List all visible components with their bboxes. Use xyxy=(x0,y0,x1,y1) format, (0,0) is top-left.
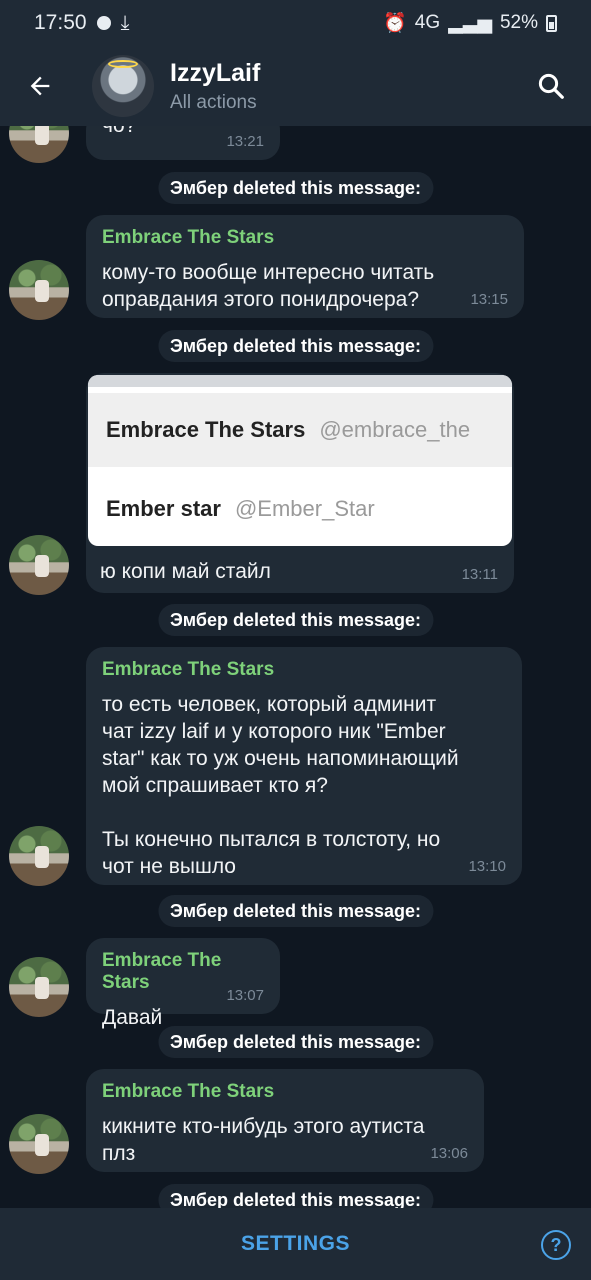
message-text: кикните кто-нибудь этого аутиста плз xyxy=(102,1115,425,1165)
arrow-left-icon xyxy=(30,76,50,96)
settings-button[interactable]: SETTINGS xyxy=(241,1232,350,1256)
signal-icon: ▂▃▅ xyxy=(448,12,492,34)
chat-subtitle: All actions xyxy=(170,91,257,113)
message-bubble[interactable]: чо? 13:21 xyxy=(86,126,280,160)
service-message: Эмбер deleted this message: xyxy=(157,330,434,362)
download-icon: ⤓ xyxy=(120,11,130,34)
message-time: 13:11 xyxy=(461,566,498,583)
help-button[interactable]: ? xyxy=(541,1230,571,1260)
halo-icon xyxy=(108,60,138,68)
chat-title: IzzyLaif xyxy=(170,58,261,87)
message-bubble[interactable]: Embrace The Stars кикните кто-нибудь это… xyxy=(86,1069,484,1172)
sender-avatar[interactable] xyxy=(9,826,69,886)
message-time: 13:21 xyxy=(226,133,264,150)
message-photo[interactable]: Embrace The Stars @embrace_the Ember sta… xyxy=(88,375,512,546)
photo-name-1: Embrace The Stars xyxy=(106,417,306,442)
sender-name: Embrace The Stars xyxy=(102,1081,275,1102)
message-text: ю копи май стайл xyxy=(100,560,271,583)
message-bubble[interactable]: Embrace The Stars то есть человек, котор… xyxy=(86,647,522,885)
message-bubble[interactable]: Embrace The Stars Давай 13:07 xyxy=(86,938,280,1029)
message-bubble[interactable]: Embrace The Stars кому-то вообще интерес… xyxy=(86,215,524,318)
alarm-icon: ⏰ xyxy=(383,13,407,34)
search-icon xyxy=(538,73,564,99)
message-time: 13:15 xyxy=(470,291,508,308)
service-message: Эмбер deleted this message: xyxy=(157,1184,434,1208)
service-message: Эмбер deleted this message: xyxy=(157,172,434,204)
message-text: кому-то вообще интересно читать оправдан… xyxy=(102,261,435,311)
question-icon: ? xyxy=(550,1234,562,1255)
battery-percent: 52% xyxy=(499,12,538,33)
network-label: 4G xyxy=(414,12,441,33)
sender-avatar[interactable] xyxy=(9,260,69,320)
status-bar: 17:50 ⤓ ⏰ 4G ▂▃▅ 52% xyxy=(0,0,591,46)
message-list[interactable]: чо? 13:21 Эмбер deleted this message: Em… xyxy=(0,126,591,1208)
sender-avatar[interactable] xyxy=(9,535,69,595)
message-time: 13:07 xyxy=(226,987,264,1004)
chat-header: IzzyLaif All actions xyxy=(0,46,591,126)
sender-avatar[interactable] xyxy=(9,126,69,163)
battery-icon xyxy=(546,14,557,32)
sender-avatar[interactable] xyxy=(9,957,69,1017)
sender-avatar[interactable] xyxy=(9,1114,69,1174)
sender-name: Embrace The Stars xyxy=(102,659,275,680)
service-message: Эмбер deleted this message: xyxy=(157,604,434,636)
message-time: 13:06 xyxy=(430,1145,468,1162)
photo-handle-1: @embrace_the xyxy=(319,417,471,442)
sender-name: Embrace The Stars xyxy=(102,227,275,248)
back-button[interactable] xyxy=(0,46,80,126)
photo-name-2: Ember star xyxy=(106,495,221,521)
status-time: 17:50 xyxy=(34,11,87,34)
service-message: Эмбер deleted this message: xyxy=(157,895,434,927)
message-text: чо? xyxy=(102,126,136,139)
search-button[interactable] xyxy=(511,46,591,126)
notification-icon xyxy=(96,16,111,30)
message-text: то есть человек, который админит чат izz… xyxy=(102,693,459,878)
chat-avatar[interactable] xyxy=(92,55,154,117)
photo-handle-2: @Ember_Star xyxy=(234,495,375,521)
message-bubble[interactable]: Embrace The Stars @embrace_the Ember sta… xyxy=(86,373,514,593)
message-time: 13:10 xyxy=(468,858,506,875)
service-message: Эмбер deleted this message: xyxy=(157,1026,434,1058)
bottom-bar: SETTINGS ? xyxy=(0,1208,591,1280)
